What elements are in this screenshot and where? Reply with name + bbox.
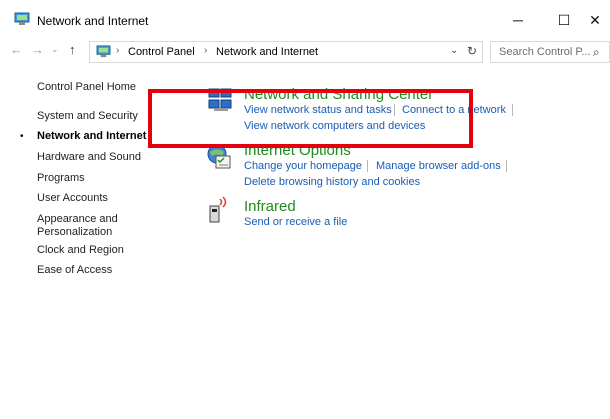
search-placeholder: Search Control P...	[499, 46, 591, 58]
nav-control-panel-home[interactable]: Control Panel Home	[37, 81, 136, 94]
forward-arrow-icon[interactable]: →	[31, 42, 44, 57]
address-bar[interactable]: › Control Panel › Network and Internet ⌄…	[89, 41, 483, 63]
nav-system-and-security[interactable]: System and Security	[37, 110, 138, 123]
search-input[interactable]: Search Control P... ⌕	[490, 41, 610, 63]
infrared-icon[interactable]	[205, 196, 233, 224]
breadcrumb-separator: ›	[204, 45, 208, 56]
manage-browser-addons-link[interactable]: Manage browser add-ons	[376, 160, 501, 172]
nav-user-accounts[interactable]: User Accounts	[37, 192, 108, 205]
address-dropdown-icon[interactable]: ⌄	[450, 45, 458, 56]
nav-network-and-internet[interactable]: Network and Internet	[37, 130, 146, 143]
infrared-title[interactable]: Infrared	[244, 198, 296, 215]
nav-ease-of-access[interactable]: Ease of Access	[37, 264, 112, 277]
current-item-bullet: •	[20, 131, 24, 142]
nav-appearance-line2: Personalization	[37, 226, 113, 238]
title-bar: Network and Internet ─ ☐ ✕	[0, 0, 610, 40]
change-homepage-link[interactable]: Change your homepage	[244, 160, 362, 172]
nav-appearance-line1: Appearance and	[37, 213, 118, 225]
breadcrumb-separator: ›	[116, 45, 120, 56]
link-separator	[512, 104, 513, 116]
link-separator	[367, 160, 368, 172]
window-title: Network and Internet	[37, 14, 149, 28]
breadcrumb-network-and-internet[interactable]: Network and Internet	[216, 46, 318, 58]
minimize-button[interactable]: ─	[498, 6, 538, 34]
refresh-icon[interactable]: ↻	[467, 44, 477, 58]
nav-programs[interactable]: Programs	[37, 172, 85, 185]
close-button[interactable]: ✕	[580, 6, 610, 34]
nav-hardware-and-sound[interactable]: Hardware and Sound	[37, 151, 141, 164]
breadcrumb-control-panel[interactable]: Control Panel	[128, 46, 195, 58]
nav-clock-and-region[interactable]: Clock and Region	[37, 244, 124, 257]
recent-locations-chevron-icon[interactable]: ⌄	[51, 44, 59, 55]
link-separator	[506, 160, 507, 172]
nav-appearance-and-personalization[interactable]: Appearance and Personalization	[37, 213, 118, 239]
navigation-bar: ← → ⌄ ↑ › Control Panel › Network and In…	[0, 40, 610, 64]
search-icon[interactable]: ⌕	[593, 45, 600, 60]
highlight-box	[148, 89, 473, 148]
back-arrow-icon[interactable]: ←	[10, 42, 23, 57]
send-receive-file-link[interactable]: Send or receive a file	[244, 216, 347, 228]
maximize-button[interactable]: ☐	[544, 6, 584, 34]
delete-browsing-history-link[interactable]: Delete browsing history and cookies	[244, 176, 420, 188]
control-panel-icon	[14, 12, 30, 25]
control-panel-icon	[96, 45, 111, 58]
up-arrow-icon[interactable]: ↑	[69, 42, 76, 57]
